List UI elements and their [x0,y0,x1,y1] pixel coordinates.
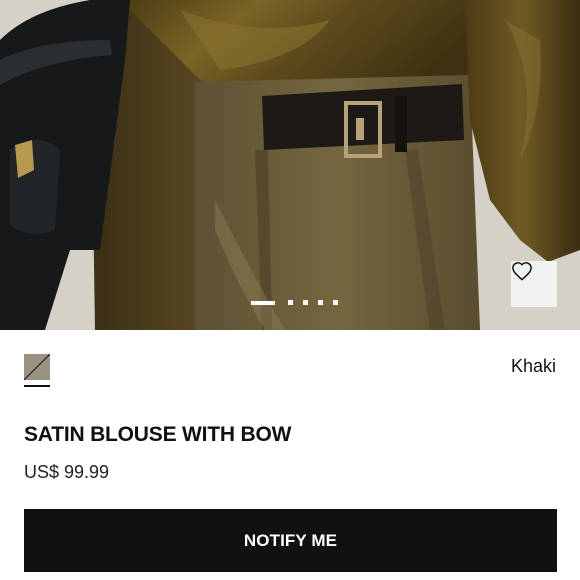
carousel-dot-2[interactable] [287,300,293,305]
carousel-dot-3[interactable] [302,300,308,305]
swatch-diagonal-icon [24,354,50,380]
product-image-carousel[interactable] [0,0,580,330]
carousel-dot-1[interactable] [250,300,275,305]
notify-me-button[interactable]: NOTIFY ME [24,509,557,572]
product-photo [0,0,580,330]
selected-swatch-indicator [24,385,50,387]
carousel-dot-4[interactable] [317,300,323,305]
add-to-wishlist-button[interactable] [511,261,557,307]
color-swatch-khaki[interactable] [24,354,50,380]
product-title: SATIN BLOUSE WITH BOW [24,423,292,446]
carousel-dot-5[interactable] [332,300,338,305]
heart-outline-icon [512,262,532,281]
product-detail-screen: Khaki SATIN BLOUSE WITH BOW US$ 99.99 NO… [0,0,580,580]
carousel-indicator [0,300,580,305]
selected-color-name: Khaki [510,356,556,376]
product-price: US$ 99.99 [24,462,110,482]
